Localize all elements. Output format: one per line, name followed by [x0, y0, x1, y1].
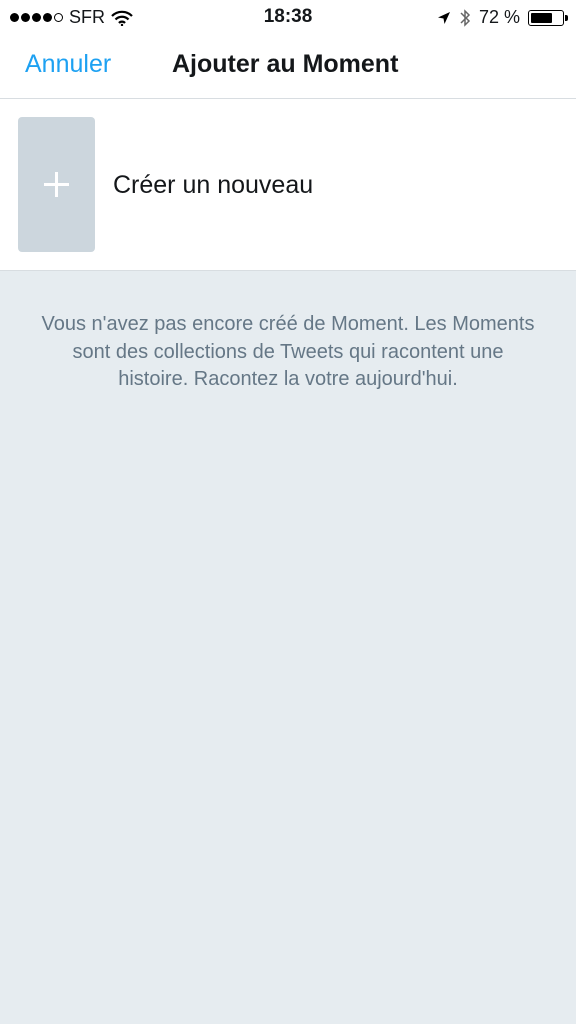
battery-fill [531, 12, 552, 23]
location-arrow-icon [437, 11, 450, 24]
create-new-label: Créer un nouveau [113, 171, 314, 199]
battery-cap [565, 14, 568, 21]
bluetooth-icon [460, 8, 471, 27]
navigation-bar: Annuler Ajouter au Moment [0, 40, 576, 99]
cancel-button[interactable]: Annuler [25, 50, 111, 79]
empty-state-message: Vous n'avez pas encore créé de Moment. L… [41, 313, 535, 390]
create-new-moment-button[interactable]: Créer un nouveau [0, 99, 576, 271]
create-moment-tile[interactable] [18, 117, 95, 252]
battery-percent: 72 % [478, 7, 520, 27]
page-title: Ajouter au Moment [172, 50, 399, 78]
plus-icon-vertical [55, 172, 58, 197]
status-right: 72 % [437, 7, 568, 28]
status-bar: SFR 18:38 72 % [0, 0, 576, 40]
battery-icon [528, 9, 568, 26]
